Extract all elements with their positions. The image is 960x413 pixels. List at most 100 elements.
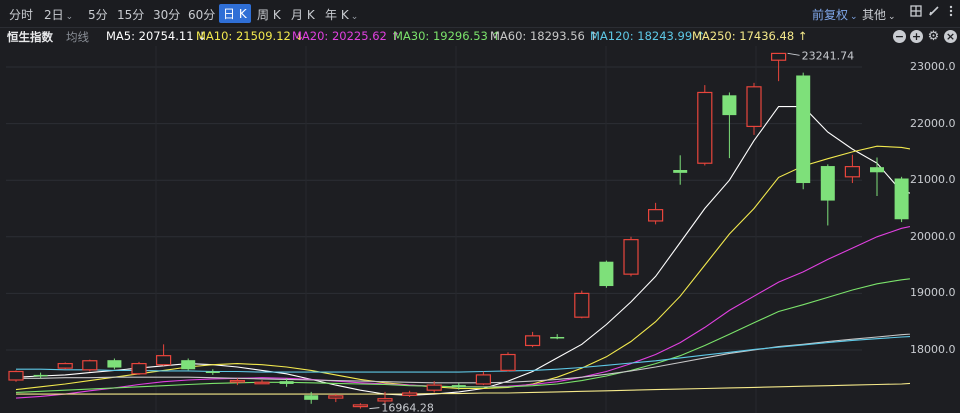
indicator-legend: 恒生指数 均线 MA5: 20754.11 ↓ MA10: 21509.12 ↓ M…: [0, 28, 960, 46]
candle-body: [475, 374, 491, 385]
period-tab-monthly-k[interactable]: 月 K: [291, 6, 315, 23]
chevron-down-icon: ⌄: [888, 12, 896, 22]
adjust-label: 前复权: [812, 8, 849, 22]
candle: [254, 379, 270, 385]
candle-body: [870, 167, 884, 173]
candle-body: [574, 292, 590, 318]
expand-icon[interactable]: +: [910, 30, 923, 43]
candle: [574, 290, 590, 319]
candle-body: [156, 355, 172, 366]
candle-body: [279, 381, 294, 384]
index-name: 恒生指数: [7, 30, 53, 44]
candle-body: [82, 360, 98, 371]
candle-body: [205, 371, 220, 374]
low-marker-line: [369, 407, 380, 410]
candle: [205, 369, 220, 375]
period-tab-yearly-k[interactable]: 年 K ⌄: [325, 6, 358, 23]
chevron-down-icon: ⌄: [850, 12, 858, 22]
high-value-label: 23241.74: [802, 49, 855, 62]
candle: [500, 352, 516, 372]
high-marker-line: [787, 52, 800, 56]
candle: [402, 390, 418, 397]
avg-line-label[interactable]: 均线: [66, 29, 89, 45]
candle-body: [770, 52, 787, 61]
ma-legend-ma250: MA250: 17436.48 ↑: [692, 29, 808, 43]
candle-body: [697, 91, 713, 164]
candle: [599, 260, 614, 288]
chevron-down-icon: ⌄: [350, 12, 359, 22]
candle-body: [451, 385, 466, 388]
ma-line-ma30: [15, 278, 910, 393]
ma-legend-ma30: MA30: 19296.53 ↑: [393, 29, 502, 43]
candle: [475, 371, 491, 386]
candle: [647, 202, 664, 225]
candle: [352, 403, 368, 409]
period-tab-timeshare[interactable]: 分时: [9, 6, 33, 23]
draw-tool-icon[interactable]: [926, 5, 942, 21]
candle: [820, 164, 835, 226]
candle-body: [181, 360, 196, 370]
candle-body: [550, 336, 565, 339]
y-tick-label: 21000.0: [910, 173, 956, 187]
candle: [524, 331, 541, 348]
candle: [722, 92, 737, 159]
y-tick-label: 18000.0: [910, 343, 956, 356]
y-tick-label: 20000.0: [910, 229, 956, 243]
candle: [894, 176, 909, 223]
candle-body: [623, 239, 639, 275]
candle-body: [328, 395, 344, 399]
candle: [328, 394, 344, 403]
candle: [229, 378, 245, 386]
candle-body: [352, 404, 368, 408]
candle: [156, 344, 172, 366]
ma-legend-ma20: MA20: 20225.62 ↑: [292, 29, 401, 43]
period-tab-30min[interactable]: 30分: [153, 6, 180, 23]
candle-body: [820, 166, 835, 201]
collapse-icon[interactable]: −: [893, 30, 906, 43]
candle-body: [229, 379, 245, 383]
other-dropdown[interactable]: 其他 ⌄: [862, 6, 896, 23]
period-tab-2day[interactable]: 2日 ⌄: [44, 6, 73, 23]
candle-body: [131, 362, 147, 375]
y-tick-label: 22000.0: [910, 116, 956, 130]
y-tick-label: 23000.0: [910, 60, 956, 73]
candle: [746, 82, 762, 135]
price-axis: 23000.0 22000.0 21000.0 20000.0 19000.0 18000…: [910, 46, 960, 413]
candle: [131, 361, 147, 375]
candle: [623, 236, 639, 277]
candle-body: [377, 398, 393, 402]
ma-line-ma5: [15, 106, 910, 396]
candle-body: [500, 353, 516, 371]
ma-legend-ma60: MA60: 18293.56 ↑: [490, 29, 599, 43]
candlestick-chart[interactable]: 23241.74 16964.28: [6, 46, 910, 413]
candle: [8, 370, 24, 382]
candle: [796, 72, 811, 190]
settings-gear-icon[interactable]: ⚙: [927, 30, 940, 43]
ma-legend-ma120: MA120: 18243.99 ↑: [590, 29, 706, 43]
period-tab-weekly-k[interactable]: 周 K: [257, 6, 281, 23]
candle-body: [402, 392, 418, 396]
candle-body: [894, 178, 909, 220]
period-tab-60min[interactable]: 60分: [188, 6, 215, 23]
adjust-dropdown[interactable]: 前复权 ⌄: [812, 6, 858, 23]
candle: [33, 372, 48, 379]
period-tab-daily-k[interactable]: 日 K: [219, 4, 251, 23]
candle-body: [647, 209, 664, 222]
candle-body: [8, 370, 24, 381]
more-options-icon[interactable]: [943, 5, 959, 21]
period-tab-5min[interactable]: 5分: [88, 6, 108, 23]
candle-body: [673, 170, 688, 173]
candle: [870, 157, 884, 197]
candle-body: [33, 374, 48, 377]
ma-line-ma10: [15, 145, 910, 391]
close-icon[interactable]: ×: [944, 30, 957, 43]
candle-body: [107, 360, 122, 368]
period-tab-15min[interactable]: 15分: [117, 6, 144, 23]
candle-body: [722, 95, 737, 116]
candle-body: [844, 166, 861, 178]
candle-body: [57, 362, 73, 369]
grid-layout-icon[interactable]: [908, 5, 924, 21]
ma-line-ma60: [16, 333, 910, 384]
period-tab-2day-label: 2日: [44, 8, 64, 22]
period-tab-yearly-label: 年 K: [325, 8, 349, 22]
